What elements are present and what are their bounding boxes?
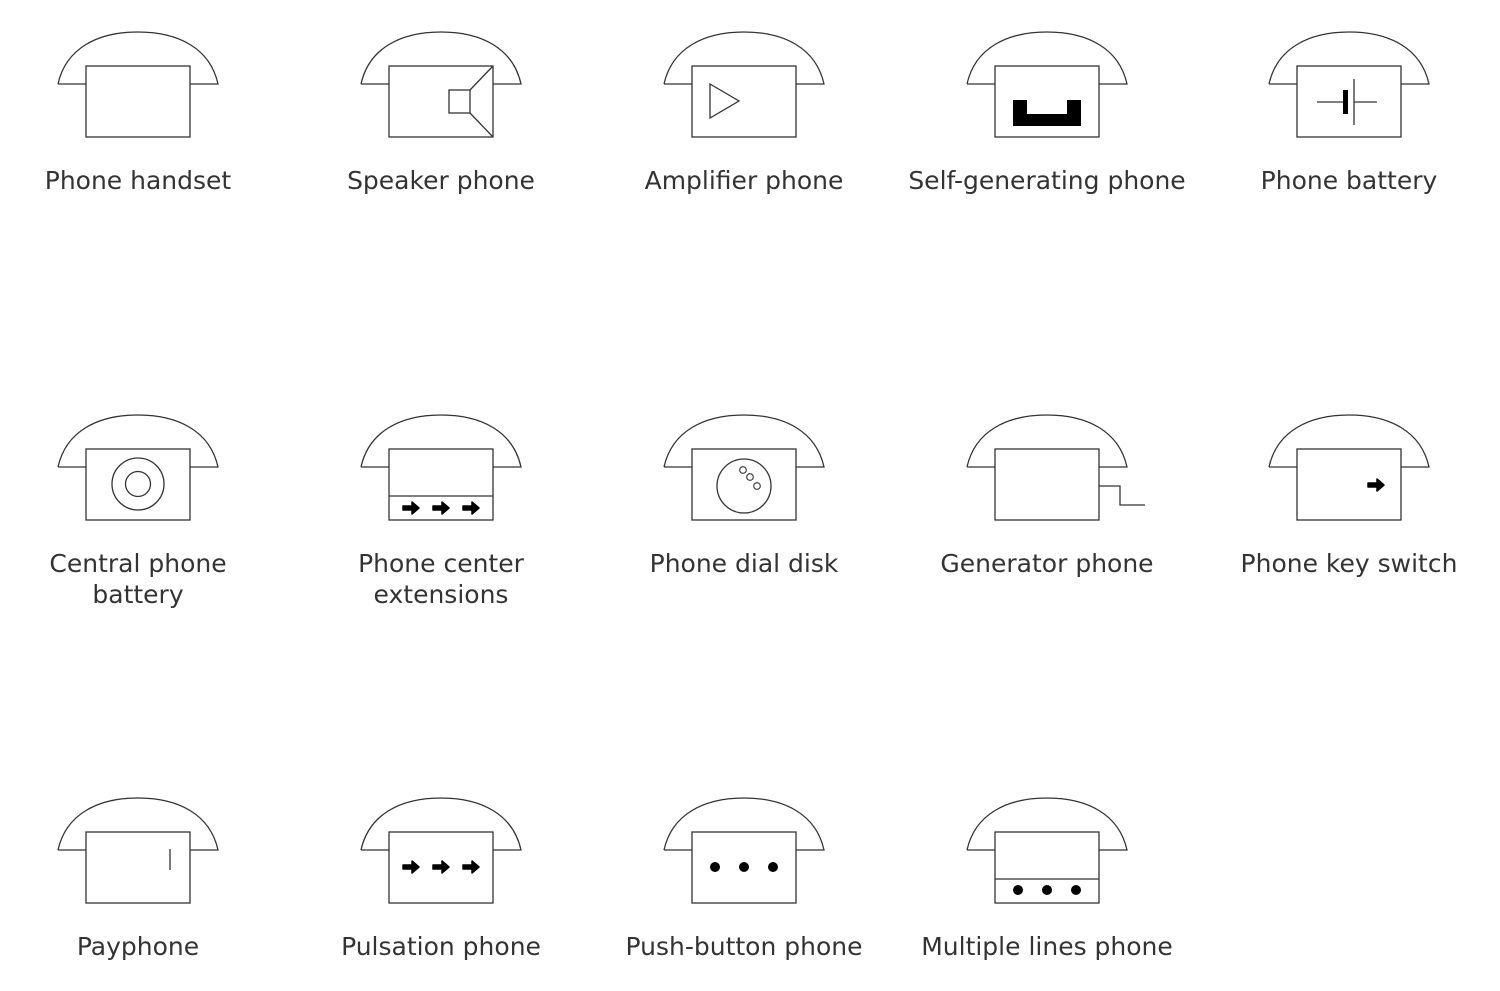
phone-dial-disk-icon (663, 414, 825, 521)
phone-handset-icon (57, 31, 219, 138)
symbol-label: battery (92, 580, 183, 609)
phone-center-extensions-symbol (360, 414, 522, 521)
symbol-label: Self-generating phone (908, 166, 1185, 195)
symbol-label: Speaker phone (347, 166, 535, 195)
phone-dial-disk-symbol (663, 414, 825, 521)
symbol-label: Phone key switch (1241, 549, 1458, 578)
phone-battery-icon (1268, 31, 1430, 138)
push-button-phone-icon (663, 797, 825, 904)
phone-body-box (85, 65, 191, 138)
line-dot (1042, 885, 1052, 895)
symbol-label: Central phone (49, 549, 226, 578)
generator-phone-symbol (966, 414, 1145, 521)
generator-phone-icon (966, 414, 1145, 521)
line-dot (1013, 885, 1023, 895)
symbol-label: Push-button phone (625, 932, 862, 961)
push-button-phone-symbol (663, 797, 825, 904)
generator-lead (1099, 485, 1145, 506)
battery-negative-plate (1343, 90, 1348, 114)
push-button-dot (710, 862, 720, 872)
central-phone-battery-icon (57, 414, 219, 521)
amplifier-phone-icon (663, 31, 825, 138)
symbol-label: Phone battery (1261, 166, 1438, 195)
symbol-label: Phone dial disk (650, 549, 839, 578)
amplifier-phone-symbol (663, 31, 825, 138)
payphone-icon (57, 797, 219, 904)
symbol-label: Phone center (358, 549, 525, 578)
line-dot (1071, 885, 1081, 895)
phone-body-box (85, 831, 191, 904)
symbol-label: Multiple lines phone (921, 932, 1173, 961)
symbol-label: Phone handset (45, 166, 232, 195)
phone-body-box (994, 65, 1100, 138)
payphone-symbol (57, 797, 219, 904)
central-phone-battery-symbol (57, 414, 219, 521)
phone-center-extensions-icon (360, 414, 522, 521)
symbol-label: Pulsation phone (341, 932, 541, 961)
phone-body-box (388, 65, 494, 138)
symbol-label: Generator phone (940, 549, 1153, 578)
phone-key-switch-icon (1268, 414, 1430, 521)
speaker-phone-symbol (360, 31, 522, 138)
symbol-label: Payphone (77, 932, 199, 961)
push-button-dot (768, 862, 778, 872)
symbol-label: Amplifier phone (645, 166, 844, 195)
phone-battery-symbol (1268, 31, 1430, 138)
phone-body-box (1296, 448, 1402, 521)
phone-body-box (691, 65, 797, 138)
phone-body-box (1296, 65, 1402, 138)
symbol-sheet: Phone handset Speaker phone Amplifier phon… (45, 31, 1458, 961)
push-button-dot (739, 862, 749, 872)
multiple-lines-phone-symbol (966, 797, 1128, 904)
symbol-label: extensions (374, 580, 509, 609)
pulsation-phone-icon (360, 797, 522, 904)
self-generating-phone-symbol (966, 31, 1128, 138)
self-generating-phone-icon (966, 31, 1128, 138)
phone-key-switch-symbol (1268, 414, 1430, 521)
pulsation-phone-symbol (360, 797, 522, 904)
speaker-phone-icon (360, 31, 522, 138)
multiple-lines-phone-icon (966, 797, 1128, 904)
phone-body-box (994, 448, 1100, 521)
phone-handset-symbol (57, 31, 219, 138)
